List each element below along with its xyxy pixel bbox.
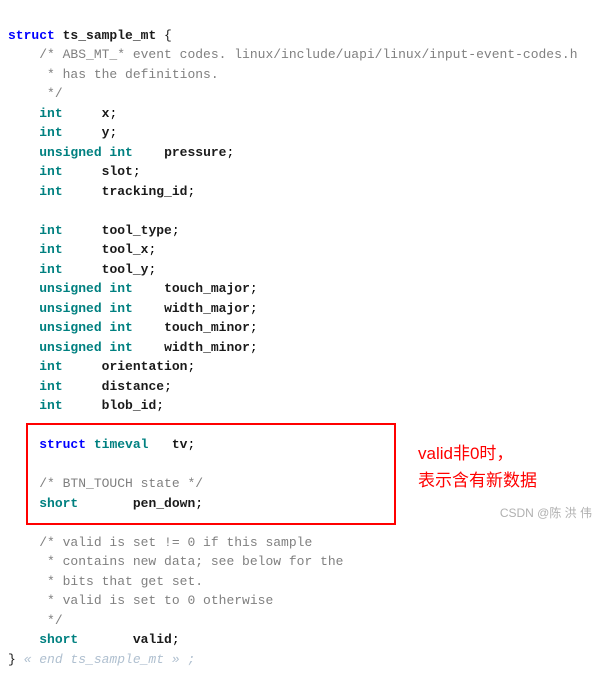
comment-valid-l2: * contains new data; see below for the <box>39 554 343 569</box>
semi: ; <box>156 398 164 413</box>
semi: ; <box>250 281 258 296</box>
comment-abs-l1: /* ABS_MT_* event codes. linux/include/u… <box>39 47 577 62</box>
field-blob-id: blob_id <box>102 398 157 413</box>
field-valid: valid <box>133 632 172 647</box>
comment-abs-l2: * has the definitions. <box>39 67 218 82</box>
field-orientation: orientation <box>102 359 188 374</box>
field-slot: slot <box>102 164 133 179</box>
semi: ; <box>187 184 195 199</box>
type-int: int <box>39 398 62 413</box>
watermark: CSDN @陈 洪 伟 <box>500 504 592 522</box>
type-uint: unsigned int <box>39 340 133 355</box>
field-distance: distance <box>102 379 164 394</box>
comment-btn: /* BTN_TOUCH state */ <box>39 476 203 491</box>
close-brace: } <box>8 652 16 667</box>
type-int: int <box>39 359 62 374</box>
struct-name: ts_sample_mt <box>63 28 157 43</box>
field-width-major: width_major <box>164 301 250 316</box>
field-pressure: pressure <box>164 145 226 160</box>
annotation-l2: 表示含有新数据 <box>418 467 537 494</box>
kw-struct: struct <box>8 28 55 43</box>
semi: ; <box>250 340 258 355</box>
semi: ; <box>109 125 117 140</box>
semi: ; <box>109 106 117 121</box>
semi: ; <box>148 262 156 277</box>
field-tracking-id: tracking_id <box>102 184 188 199</box>
comment-valid-l1: /* valid is set != 0 if this sample <box>39 535 312 550</box>
semi: ; <box>250 301 258 316</box>
type-uint: unsigned int <box>39 145 133 160</box>
field-width-minor: width_minor <box>164 340 250 355</box>
type-short: short <box>39 496 78 511</box>
type-int: int <box>39 106 62 121</box>
code-block: struct ts_sample_mt { /* ABS_MT_* event … <box>0 0 602 675</box>
type-int: int <box>39 262 62 277</box>
field-touch-major: touch_major <box>164 281 250 296</box>
type-int: int <box>39 164 62 179</box>
semi: ; <box>195 496 203 511</box>
semi: ; <box>172 632 180 647</box>
semi: ; <box>226 145 234 160</box>
semi: ; <box>250 320 258 335</box>
field-tv: tv <box>172 437 188 452</box>
comment-valid-l5: */ <box>39 613 62 628</box>
type-int: int <box>39 223 62 238</box>
comment-valid-l3: * bits that get set. <box>39 574 203 589</box>
field-touch-minor: touch_minor <box>164 320 250 335</box>
type-uint: unsigned int <box>39 281 133 296</box>
annotation-text: valid非0时， 表示含有新数据 <box>418 440 537 494</box>
open-brace: { <box>156 28 172 43</box>
type-int: int <box>39 379 62 394</box>
semi: ; <box>187 359 195 374</box>
type-short-valid: short <box>39 632 78 647</box>
type-int: int <box>39 125 62 140</box>
field-pen-down: pen_down <box>133 496 195 511</box>
type-int: int <box>39 184 62 199</box>
semi: ; <box>172 223 180 238</box>
type-timeval: timeval <box>94 437 149 452</box>
type-uint: unsigned int <box>39 320 133 335</box>
field-tool-type: tool_type <box>102 223 172 238</box>
annotation-l1: valid非0时， <box>418 440 537 467</box>
semi: ; <box>133 164 141 179</box>
kw-struct-tv: struct <box>39 437 86 452</box>
type-uint: unsigned int <box>39 301 133 316</box>
end-comment: « end ts_sample_mt » ; <box>16 652 195 667</box>
type-int: int <box>39 242 62 257</box>
field-tool-y: tool_y <box>102 262 149 277</box>
comment-abs-l3: */ <box>39 86 62 101</box>
semi: ; <box>187 437 195 452</box>
field-tool-x: tool_x <box>102 242 149 257</box>
comment-valid-l4: * valid is set to 0 otherwise <box>39 593 273 608</box>
semi: ; <box>148 242 156 257</box>
semi: ; <box>164 379 172 394</box>
